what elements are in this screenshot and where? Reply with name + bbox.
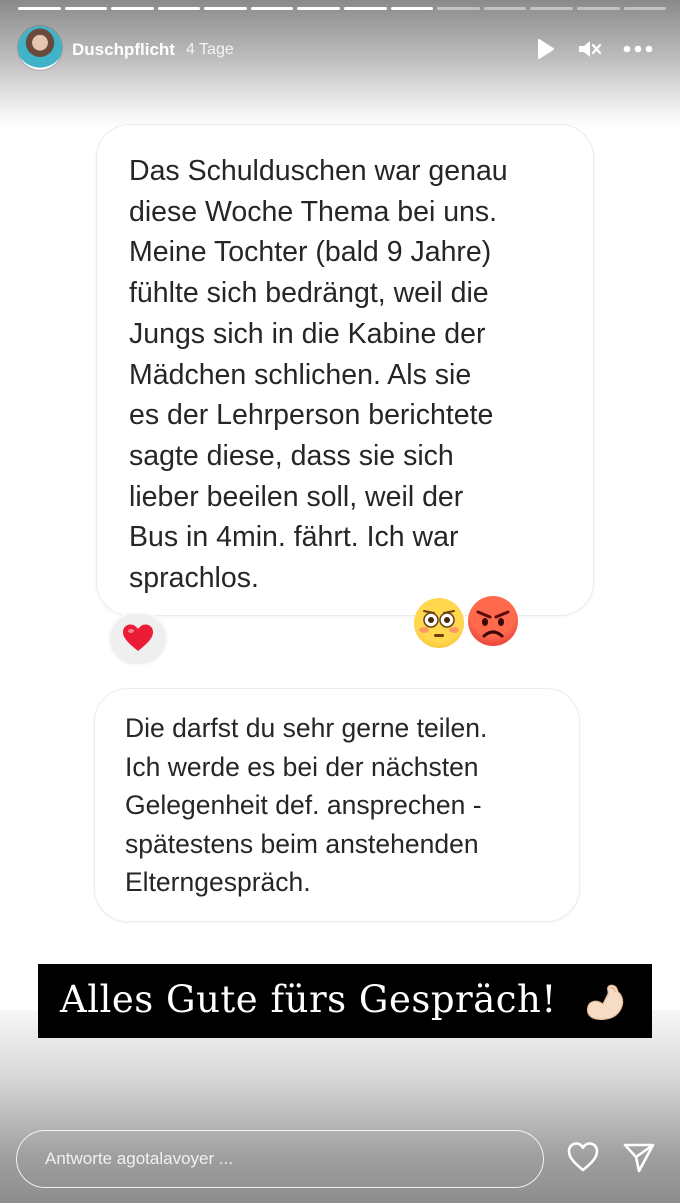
reply-bubble: Die darfst du sehr gerne teilen. Ich wer… — [94, 688, 580, 922]
angry-face-icon — [468, 596, 518, 646]
username[interactable]: Duschpflicht — [72, 40, 175, 60]
post-time: 4 Tage — [186, 41, 234, 58]
progress-segment — [623, 7, 667, 10]
progress-segment — [530, 7, 573, 10]
story-progress-bar — [18, 7, 667, 10]
like-heart-icon[interactable] — [566, 1140, 600, 1174]
heart-reaction — [108, 612, 168, 666]
message-text: Das Schulduschen war genau diese Woche T… — [129, 155, 508, 595]
progress-segment — [157, 7, 201, 10]
progress-segment — [576, 7, 620, 10]
progress-segment — [18, 7, 61, 10]
reply-bubble-text: Die darfst du sehr gerne teilen. Ich wer… — [125, 713, 488, 897]
progress-segment — [344, 7, 387, 10]
progress-segment — [64, 7, 108, 10]
story-header: Duschpflicht 4 Tage — [18, 26, 662, 72]
progress-segment — [297, 7, 341, 10]
mute-icon[interactable] — [576, 36, 602, 62]
progress-segment — [250, 7, 294, 10]
progress-segment — [204, 7, 247, 10]
play-icon[interactable] — [532, 36, 558, 62]
message-bubble: Das Schulduschen war genau diese Woche T… — [96, 124, 594, 616]
avatar[interactable] — [18, 26, 62, 70]
reply-input[interactable]: Antworte agotalavoyer ... — [16, 1130, 544, 1188]
progress-segment — [437, 7, 480, 10]
flexed-biceps-icon — [586, 984, 624, 1020]
more-options-icon[interactable] — [622, 36, 654, 62]
progress-segment — [390, 7, 434, 10]
banner-text: Alles Gute fürs Gespräch! — [60, 978, 557, 1021]
flushed-face-icon — [414, 598, 464, 648]
send-icon[interactable] — [622, 1140, 656, 1174]
heart-reaction-icon — [123, 624, 153, 651]
reply-placeholder: Antworte agotalavoyer ... — [45, 1149, 234, 1168]
progress-segment — [483, 7, 527, 10]
story-text-banner: Alles Gute fürs Gespräch! — [38, 964, 652, 1038]
progress-segment — [111, 7, 154, 10]
